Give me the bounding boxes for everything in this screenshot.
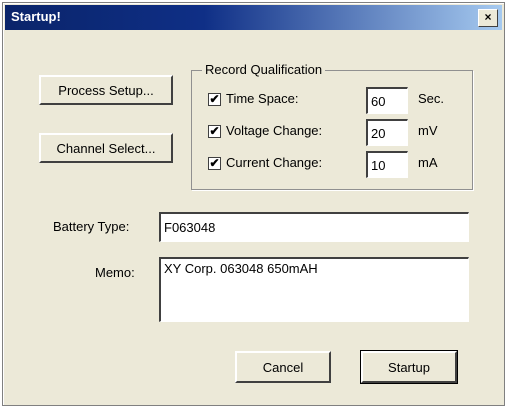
time-space-field[interactable] [366, 87, 408, 114]
window-title: Startup! [11, 9, 61, 24]
cancel-button[interactable]: Cancel [235, 351, 331, 383]
battery-type-field[interactable] [159, 212, 469, 242]
check-icon: ✔ [209, 124, 220, 138]
time-space-unit: Sec. [418, 91, 445, 106]
memo-field[interactable]: XY Corp. 063048 650mAH [159, 257, 469, 322]
channel-select-button[interactable]: Channel Select... [39, 133, 173, 163]
time-space-label: Time Space: [226, 91, 299, 106]
process-setup-button[interactable]: Process Setup... [39, 75, 173, 105]
startup-button[interactable]: Startup [360, 350, 458, 384]
memo-label: Memo: [95, 265, 135, 280]
voltage-change-checkbox[interactable]: ✔ [208, 125, 221, 138]
record-qualification-group: Record Qualification ✔ Time Space: Sec. … [191, 62, 473, 190]
startup-dialog: Startup! × Process Setup... Channel Sele… [2, 2, 505, 406]
check-icon: ✔ [209, 92, 220, 106]
voltage-change-field[interactable] [366, 119, 408, 146]
current-change-unit: mA [418, 155, 438, 170]
close-button[interactable]: × [478, 9, 498, 27]
battery-type-label: Battery Type: [53, 219, 130, 234]
current-change-label: Current Change: [226, 155, 323, 170]
title-bar[interactable]: Startup! × [5, 5, 502, 30]
check-icon: ✔ [209, 156, 220, 170]
current-change-checkbox[interactable]: ✔ [208, 157, 221, 170]
time-space-checkbox[interactable]: ✔ [208, 93, 221, 106]
voltage-change-unit: mV [418, 123, 438, 138]
voltage-change-label: Voltage Change: [226, 123, 323, 138]
record-qualification-label: Record Qualification [202, 62, 326, 77]
current-change-field[interactable] [366, 151, 408, 178]
close-icon: × [484, 10, 492, 24]
